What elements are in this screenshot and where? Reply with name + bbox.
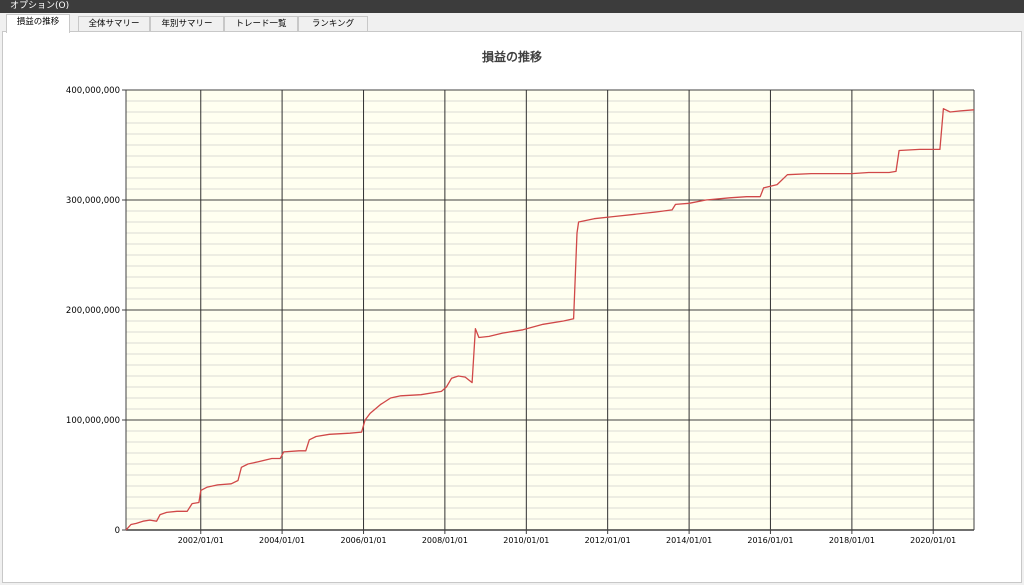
x-tick-label: 2002/01/01 — [178, 536, 224, 545]
y-tick-label: 100,000,000 — [66, 416, 120, 426]
x-tick-label: 2018/01/01 — [829, 536, 875, 545]
x-tick-label: 2016/01/01 — [747, 536, 793, 545]
y-tick-label: 300,000,000 — [66, 196, 120, 206]
tab-pnl-history[interactable]: 損益の推移 — [6, 14, 70, 33]
x-tick-label: 2006/01/01 — [340, 536, 386, 545]
x-tick-label: 2004/01/01 — [259, 536, 305, 545]
x-tick-label: 2014/01/01 — [666, 536, 712, 545]
x-tick-label: 2012/01/01 — [585, 536, 631, 545]
y-tick-label: 0 — [115, 526, 120, 536]
x-tick-label: 2010/01/01 — [503, 536, 549, 545]
x-tick-label: 2008/01/01 — [422, 536, 468, 545]
y-tick-label: 400,000,000 — [66, 86, 120, 96]
y-tick-label: 200,000,000 — [66, 306, 120, 316]
pnl-chart: 0 100,000,000 200,000,000 300,000,000 400,00… — [66, 86, 975, 545]
x-tick-label: 2020/01/01 — [910, 536, 956, 545]
